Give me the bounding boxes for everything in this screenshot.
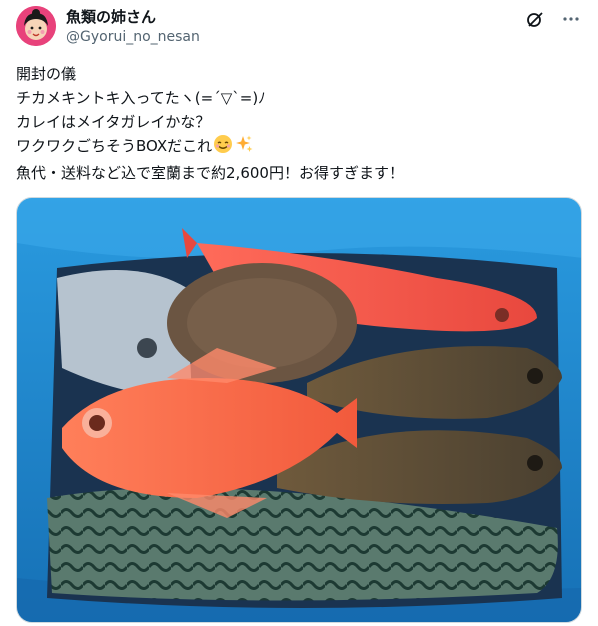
header-actions — [524, 8, 582, 30]
tweet-line: チカメキントキ入ってたヽ(=´▽`=)ﾉ — [16, 89, 266, 107]
tweet-line-with-emoji: ワクワクごちそうBOXだこれ — [16, 134, 576, 161]
fish-box-photo — [17, 198, 581, 622]
avatar[interactable] — [16, 6, 56, 46]
smiling-face-icon — [213, 134, 233, 161]
user-handle[interactable]: @Gyorui_no_nesan — [66, 28, 200, 46]
tweet-line: 開封の儀 — [16, 65, 77, 83]
tweet-line: カレイはメイタガレイかな？ — [16, 113, 211, 131]
display-name[interactable]: 魚類の姉さん — [66, 8, 200, 26]
tweet-text: 開封の儀 チカメキントキ入ってたヽ(=´▽`=)ﾉ カレイはメイタガレイかな？ … — [16, 62, 576, 185]
tweet-line: ワクワクごちそうBOXだこれ — [16, 137, 213, 155]
tweet-line: 魚代・送料など込で室蘭まで約2,600円！お得すぎます！ — [16, 164, 404, 182]
tweet-header: 魚類の姉さん @Gyorui_no_nesan — [16, 6, 582, 50]
user-info: 魚類の姉さん @Gyorui_no_nesan — [66, 8, 200, 46]
tweet-photo[interactable] — [16, 197, 582, 623]
sparkles-icon — [234, 134, 254, 161]
grok-icon[interactable] — [524, 8, 546, 30]
more-icon[interactable] — [560, 8, 582, 30]
